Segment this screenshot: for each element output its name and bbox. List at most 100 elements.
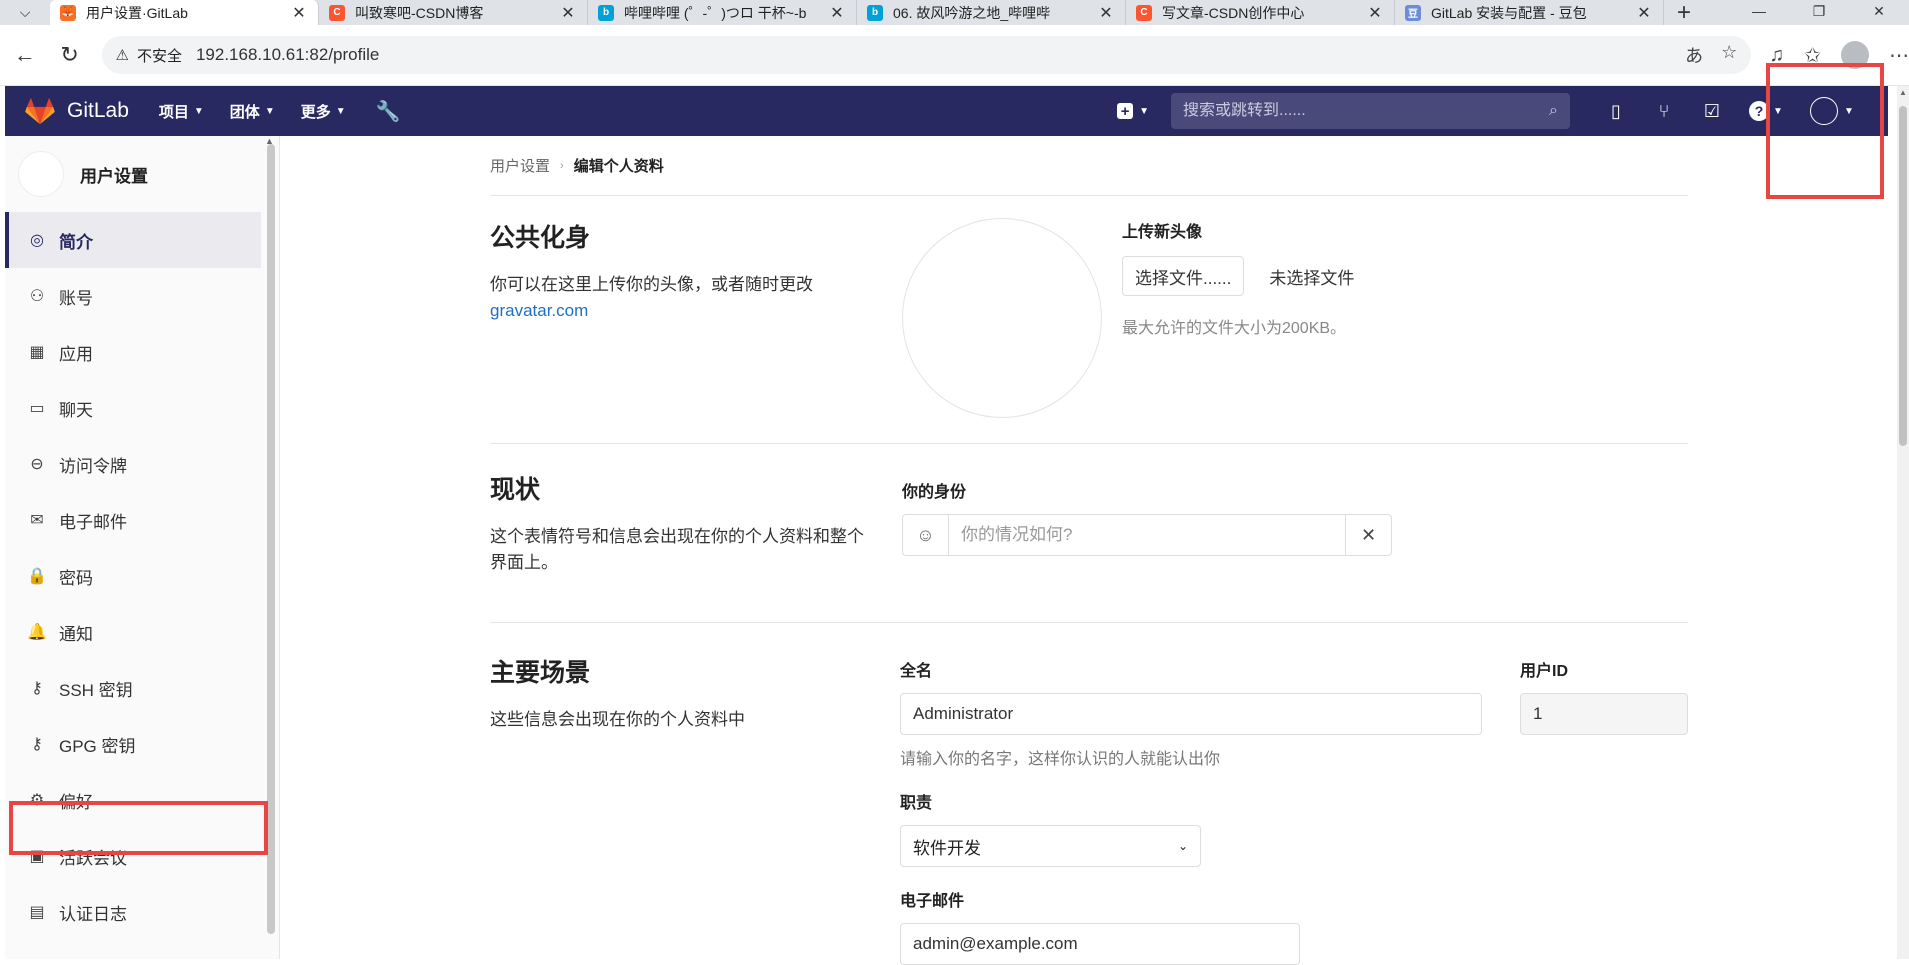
window-controls: — ❐ ✕ [1729, 0, 1909, 25]
userid-input: 1 [1520, 693, 1688, 735]
page-scroll-thumb[interactable] [1899, 106, 1907, 446]
scroll-up-arrow[interactable]: ▲ [1899, 88, 1907, 97]
profile-icon: ◎ [30, 232, 44, 249]
search-box[interactable]: ⌕ [1171, 93, 1570, 129]
tab-close-icon[interactable]: ✕ [559, 3, 577, 23]
status-input[interactable] [949, 515, 1345, 555]
log-icon: ▤ [29, 904, 45, 921]
address-bar-row: ← ↻ ⚠ 不安全 192.168.10.61:82/profile あ ☆ ♫… [0, 25, 1909, 86]
sidebar-scrollbar[interactable] [267, 144, 275, 934]
browser-tab[interactable]: C 写文章-CSDN创作中心 ✕ [1126, 0, 1395, 25]
breadcrumb: 用户设置 › 编辑个人资料 [490, 136, 1688, 196]
search-icon[interactable]: ⌕ [1549, 102, 1558, 120]
clear-status-icon[interactable]: ✕ [1345, 515, 1391, 555]
choose-file-button[interactable]: 选择文件...... [1122, 256, 1245, 296]
menu-more[interactable]: 更多 ▼ [301, 99, 346, 124]
tab-close-icon[interactable]: ✕ [828, 3, 846, 23]
browser-tab[interactable]: b 哔哩哔哩 (゜-゜)つロ 干杯~-b ✕ [588, 0, 857, 25]
tab-favicon-icon: b [598, 4, 614, 21]
chevron-down-icon: ▼ [335, 105, 346, 117]
sidebar-item[interactable]: ⚷ SSH 密钥 [5, 660, 261, 716]
sidebar-item-label: 访问令牌 [59, 456, 127, 476]
insecure-label: 不安全 [136, 47, 182, 65]
warning-icon[interactable]: ⚠ [116, 46, 129, 64]
translate-icon[interactable]: あ [1685, 42, 1703, 68]
url-text[interactable]: 192.168.10.61:82/profile [196, 45, 379, 65]
minimize-button[interactable]: — [1729, 0, 1789, 25]
plus-square-icon: + [1117, 103, 1134, 120]
gitlab-logo[interactable]: GitLab [25, 97, 129, 125]
restore-button[interactable]: ❐ [1789, 0, 1849, 25]
more-menu-icon[interactable]: ⋯ [1889, 43, 1909, 68]
chat-icon: ▭ [29, 400, 45, 417]
upload-label: 上传新头像 [1122, 224, 1203, 241]
gitlab-logo-icon [25, 97, 55, 125]
new-tab-button[interactable]: + [1664, 0, 1704, 26]
role-label: 职责 [900, 795, 933, 812]
sidebar-item-label: 账号 [59, 288, 93, 308]
favorite-star-icon[interactable]: ☆ [1721, 42, 1737, 68]
close-window-button[interactable]: ✕ [1849, 0, 1909, 25]
menu-projects[interactable]: 项目 ▼ [159, 99, 204, 124]
fullname-hint: 请输入你的名字，这样你认识的人就能认出你 [900, 751, 1221, 768]
key-icon: ⚷ [31, 680, 43, 697]
refresh-button[interactable]: ↻ [50, 35, 90, 75]
browser-tab[interactable]: 豆 GitLab 安装与配置 - 豆包 ✕ [1395, 0, 1664, 25]
tab-title: 06. 故风吟游之地_哔哩哔 [893, 4, 1051, 21]
new-dropdown-button[interactable]: + ▼ [1117, 103, 1149, 120]
chevron-right-icon: › [560, 159, 564, 172]
emoji-picker-icon[interactable]: ☺ [903, 515, 949, 555]
main-section-desc: 这些信息会出现在你的个人资料中 [490, 710, 745, 729]
search-input[interactable] [1183, 102, 1550, 120]
userid-label: 用户ID [1520, 663, 1569, 680]
tab-title: 写文章-CSDN创作中心 [1162, 4, 1305, 21]
status-section: 现状 这个表情符号和信息会出现在你的个人资料和整个界面上。 你的身份 ☺ ✕ [490, 444, 1688, 623]
main-section-title: 主要场景 [490, 659, 591, 687]
back-button[interactable]: ← [5, 35, 45, 75]
browser-tab[interactable]: 🦊 用户设置·GitLab ✕ [50, 0, 319, 25]
sidebar-header[interactable]: 用户设置 [5, 136, 279, 212]
ssh-key-highlight-box [9, 801, 268, 855]
sidebar-item[interactable]: 🔒 密码 [5, 548, 261, 604]
sidebar-item-label: 电子邮件 [59, 512, 127, 532]
sidebar-item[interactable]: ▭ 聊天 [5, 380, 261, 436]
admin-wrench-icon[interactable]: 🔧 [376, 99, 401, 124]
sidebar-item-label: GPG 密钥 [59, 736, 136, 756]
role-select[interactable]: 软件开发 ⌄ [900, 825, 1201, 867]
page-scrollbar[interactable]: ▲ [1897, 86, 1909, 959]
role-select-value: 软件开发 [913, 838, 981, 858]
tab-actions-menu[interactable]: ⌵ [0, 0, 50, 25]
todo-icon[interactable]: ☑ [1688, 101, 1736, 122]
tab-favicon-icon: b [867, 4, 883, 21]
sidebar-item-label: 简介 [59, 232, 93, 252]
sidebar-item-label: 聊天 [59, 400, 93, 420]
sidebar-item[interactable]: ⚷ GPG 密钥 [5, 716, 261, 772]
browser-tab-bar: ⌵ 🦊 用户设置·GitLab ✕ C 叫致寒吧-CSDN博客 ✕ b 哔哩哔哩 (゜-゜)つ… [0, 0, 1909, 26]
tab-close-icon[interactable]: ✕ [1635, 3, 1653, 23]
sidebar-item[interactable]: ⚇ 账号 [5, 268, 261, 324]
sidebar-item-label: 应用 [59, 344, 93, 364]
fullname-input[interactable]: Administrator [900, 693, 1482, 735]
tab-close-icon[interactable]: ✕ [1097, 3, 1115, 23]
sidebar-item[interactable]: ▦ 应用 [5, 324, 261, 380]
url-box[interactable]: ⚠ 不安全 192.168.10.61:82/profile あ ☆ [101, 36, 1752, 74]
gravatar-link[interactable]: gravatar.com [490, 301, 588, 320]
browser-tab[interactable]: C 叫致寒吧-CSDN博客 ✕ [319, 0, 588, 25]
tab-close-icon[interactable]: ✕ [290, 3, 308, 23]
issues-icon[interactable]: ▯ [1592, 101, 1640, 122]
tab-close-icon[interactable]: ✕ [1366, 3, 1384, 23]
sidebar-item[interactable]: 🔔 通知 [5, 604, 261, 660]
menu-groups[interactable]: 团体 ▼ [230, 99, 275, 124]
gitlab-navbar: GitLab 项目▼ 团体▼ 更多▼ 🔧 +▼ ⌕ ▯ ⑂ ☑ ?▼ ▼ [5, 86, 1888, 136]
browser-tab[interactable]: b 06. 故风吟游之地_哔哩哔 ✕ [857, 0, 1126, 25]
tab-favicon-icon: C [329, 4, 345, 21]
tab-title: 叫致寒吧-CSDN博客 [355, 4, 484, 21]
sidebar-item[interactable]: ▤ 认证日志 [5, 884, 261, 940]
sidebar-item[interactable]: ⊖ 访问令牌 [5, 436, 261, 492]
sidebar-title: 用户设置 [80, 166, 148, 186]
sidebar-item[interactable]: ✉ 电子邮件 [5, 492, 261, 548]
merge-request-icon[interactable]: ⑂ [1640, 101, 1688, 122]
avatar-preview [902, 218, 1102, 418]
sidebar-item[interactable]: ◎ 简介 [5, 212, 261, 268]
breadcrumb-parent[interactable]: 用户设置 [490, 155, 550, 176]
